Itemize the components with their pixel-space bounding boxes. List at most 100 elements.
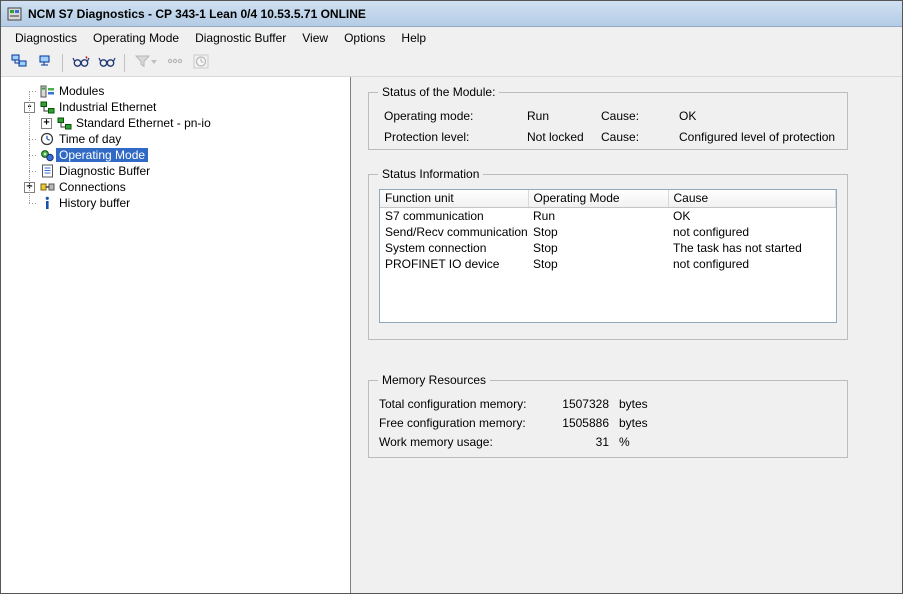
- cause-label: Cause:: [601, 109, 679, 123]
- column-header-function-unit[interactable]: Function unit: [380, 190, 528, 207]
- tree-item-diagnostic-buffer[interactable]: Diagnostic Buffer: [1, 163, 350, 179]
- tree-guide-line: [29, 91, 30, 203]
- tree-item-industrial-ethernet[interactable]: - Industrial Ethernet: [1, 99, 350, 115]
- cell-cause: OK: [668, 207, 836, 224]
- menu-diagnostic-buffer[interactable]: Diagnostic Buffer: [187, 29, 294, 47]
- memory-resources-grid: Total configuration memory: 1507328 byte…: [369, 381, 847, 457]
- toolbar-button-cyclic-update[interactable]: [94, 52, 119, 74]
- tree-item-label: Standard Ethernet - pn-io: [73, 116, 214, 130]
- cell-cause: The task has not started: [668, 240, 836, 256]
- modules-icon: [38, 85, 56, 98]
- cell-operating-mode: Stop: [528, 240, 668, 256]
- tree-item-label: Modules: [56, 84, 107, 98]
- status-information-listview: Function unit Operating Mode Cause S7 co…: [379, 189, 837, 323]
- work-memory-usage-unit: %: [609, 435, 839, 449]
- toolbar-button-network-nodes[interactable]: [6, 52, 31, 74]
- tree-item-label: Operating Mode: [56, 148, 148, 162]
- toolbar-button-filter[interactable]: [130, 52, 161, 74]
- protection-level-value: Not locked: [527, 130, 601, 144]
- toolbar-separator: [62, 54, 63, 72]
- cell-cause: not configured: [668, 256, 836, 272]
- group-title: Memory Resources: [378, 373, 490, 387]
- table-row[interactable]: System connection Stop The task has not …: [380, 240, 836, 256]
- total-config-memory-value: 1507328: [539, 397, 609, 411]
- tree-item-label: Connections: [56, 180, 129, 194]
- connections-icon: [38, 181, 56, 193]
- cell-function-unit: S7 communication: [380, 207, 528, 224]
- tree-item-standard-ethernet-pn-io[interactable]: + Standard Ethernet - pn-io: [1, 115, 350, 131]
- toolbar-separator: [124, 54, 125, 72]
- tree-item-connections[interactable]: + Connections: [1, 179, 350, 195]
- cell-function-unit: System connection: [380, 240, 528, 256]
- menu-view[interactable]: View: [294, 29, 336, 47]
- tree-item-label: Time of day: [56, 132, 124, 146]
- work-memory-usage-value: 31: [539, 435, 609, 449]
- column-header-cause[interactable]: Cause: [668, 190, 836, 207]
- titlebar[interactable]: NCM S7 Diagnostics - CP 343-1 Lean 0/4 1…: [1, 1, 902, 27]
- application-window: NCM S7 Diagnostics - CP 343-1 Lean 0/4 1…: [0, 0, 903, 594]
- status-information-group: Status Information Function unit Operati…: [368, 174, 848, 340]
- group-title: Status Information: [378, 167, 483, 181]
- interval-dots-icon: [167, 55, 183, 70]
- history-buffer-icon: [38, 196, 56, 210]
- table-row[interactable]: S7 communication Run OK: [380, 207, 836, 224]
- tree-item-history-buffer[interactable]: History buffer: [1, 195, 350, 211]
- column-header-operating-mode[interactable]: Operating Mode: [528, 190, 668, 207]
- free-config-memory-value: 1505886: [539, 416, 609, 430]
- cause-label: Cause:: [601, 130, 679, 144]
- menu-operating-mode[interactable]: Operating Mode: [85, 29, 187, 47]
- tree-item-label: History buffer: [56, 196, 133, 210]
- detail-pane: Status of the Module: Operating mode: Ru…: [352, 77, 902, 593]
- tree-item-label: Industrial Ethernet: [56, 100, 159, 114]
- app-icon: [7, 6, 23, 22]
- table-row[interactable]: PROFINET IO device Stop not configured: [380, 256, 836, 272]
- menubar: Diagnostics Operating Mode Diagnostic Bu…: [1, 27, 902, 49]
- diagnostics-tree: Modules - Industrial Ethernet: [1, 77, 350, 593]
- diagnostic-buffer-icon: [38, 164, 56, 178]
- toolbar-button-clock[interactable]: [188, 52, 213, 74]
- protection-level-label: Protection level:: [384, 130, 527, 144]
- tree-item-operating-mode[interactable]: Operating Mode: [1, 147, 350, 163]
- toolbar-button-network-node[interactable]: [32, 52, 57, 74]
- cause-value: Configured level of protection: [679, 130, 839, 144]
- expand-expander[interactable]: +: [41, 118, 52, 129]
- toolbar: [1, 49, 902, 77]
- glasses-icon: [98, 55, 116, 71]
- menu-help[interactable]: Help: [393, 29, 434, 47]
- cell-operating-mode: Stop: [528, 256, 668, 272]
- menu-options[interactable]: Options: [336, 29, 393, 47]
- cell-operating-mode: Run: [528, 207, 668, 224]
- network-node-icon: [37, 54, 53, 71]
- work-memory-usage-label: Work memory usage:: [379, 435, 539, 449]
- cell-function-unit: PROFINET IO device: [380, 256, 528, 272]
- group-title: Status of the Module:: [378, 85, 499, 99]
- status-information-table: Function unit Operating Mode Cause S7 co…: [380, 190, 836, 272]
- cell-cause: not configured: [668, 224, 836, 240]
- table-row[interactable]: Send/Recv communication Stop not configu…: [380, 224, 836, 240]
- window-title: NCM S7 Diagnostics - CP 343-1 Lean 0/4 1…: [28, 7, 366, 21]
- total-config-memory-unit: bytes: [609, 397, 839, 411]
- operating-mode-label: Operating mode:: [384, 109, 527, 123]
- status-of-module-group: Status of the Module: Operating mode: Ru…: [368, 92, 848, 150]
- clock-icon: [38, 132, 56, 146]
- tree-connector: +: [38, 115, 55, 131]
- memory-resources-group: Memory Resources Total configuration mem…: [368, 380, 848, 458]
- tree-item-label: Diagnostic Buffer: [56, 164, 153, 178]
- table-header-row: Function unit Operating Mode Cause: [380, 190, 836, 207]
- module-status-grid: Operating mode: Run Cause: OK Protection…: [369, 93, 847, 152]
- industrial-ethernet-icon: [38, 101, 56, 114]
- operating-mode-value: Run: [527, 109, 601, 123]
- toolbar-button-update-view[interactable]: [68, 52, 93, 74]
- tree-item-modules[interactable]: Modules: [1, 83, 350, 99]
- free-config-memory-unit: bytes: [609, 416, 839, 430]
- menu-diagnostics[interactable]: Diagnostics: [7, 29, 85, 47]
- glasses-check-icon: [72, 55, 90, 71]
- operating-mode-icon: [38, 149, 56, 162]
- network-nodes-icon: [11, 54, 27, 71]
- cause-value: OK: [679, 109, 839, 123]
- tree-item-time-of-day[interactable]: Time of day: [1, 131, 350, 147]
- ethernet-node-icon: [55, 117, 73, 130]
- total-config-memory-label: Total configuration memory:: [379, 397, 539, 411]
- clock-icon: [193, 54, 209, 72]
- toolbar-button-interval[interactable]: [162, 52, 187, 74]
